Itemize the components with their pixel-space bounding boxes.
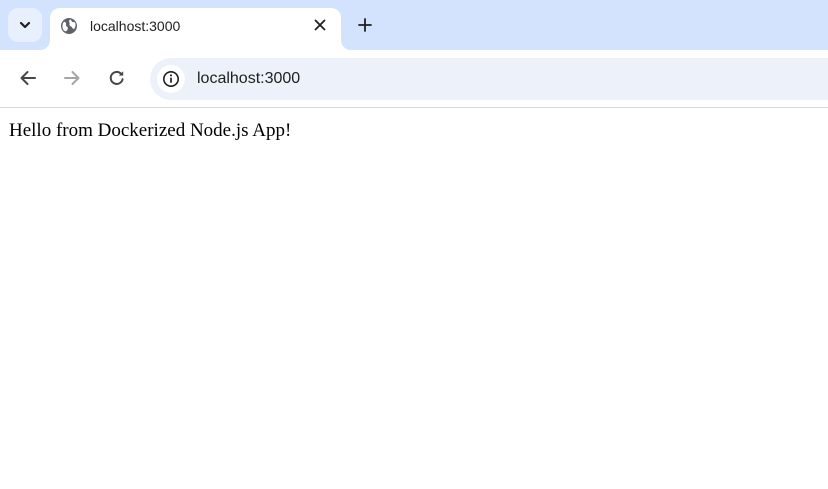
site-info-button[interactable] [157,65,185,93]
new-tab-button[interactable] [351,11,379,39]
globe-icon [60,17,78,35]
chevron-down-icon [18,18,32,32]
tab-localhost[interactable]: localhost:3000 [50,8,341,50]
tab-title: localhost:3000 [90,18,181,34]
tab-strip: localhost:3000 [0,0,828,50]
forward-button[interactable] [58,64,86,92]
close-icon[interactable] [310,15,330,35]
browser-toolbar: localhost:3000 [0,50,828,108]
back-button[interactable] [14,64,42,92]
plus-icon [358,18,372,32]
arrow-back-icon [19,69,37,87]
page-content: Hello from Dockerized Node.js App! [0,108,828,489]
address-bar[interactable]: localhost:3000 [150,58,828,100]
arrow-forward-icon [63,69,81,87]
page-body-text: Hello from Dockerized Node.js App! [9,120,292,141]
info-icon [162,70,180,88]
reload-button[interactable] [103,64,131,92]
tab-search-button[interactable] [8,8,42,42]
reload-icon [108,69,126,87]
url-text[interactable]: localhost:3000 [197,69,300,89]
